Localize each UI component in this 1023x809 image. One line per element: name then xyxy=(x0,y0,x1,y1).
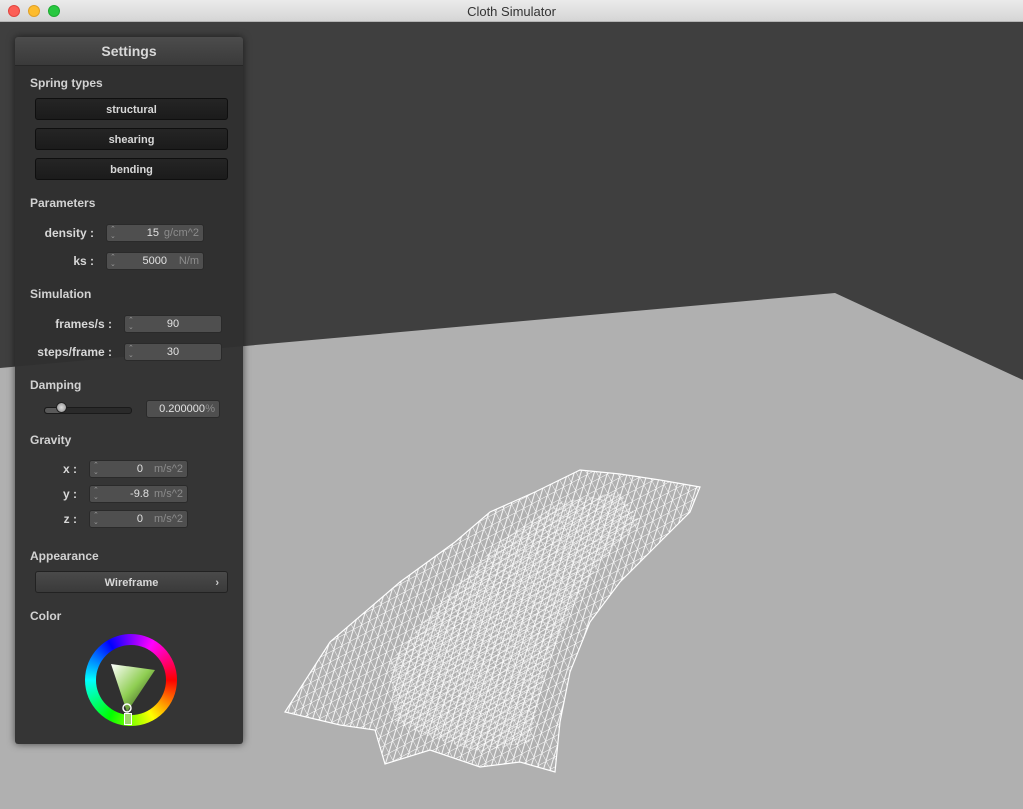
density-spinner-icon[interactable]: ⌃ ⌄ xyxy=(110,226,116,240)
structural-button[interactable]: structural xyxy=(35,98,228,120)
damping-heading: Damping xyxy=(30,378,82,392)
gravity-y-unit: m/s^2 xyxy=(154,488,183,500)
density-unit: g/cm^2 xyxy=(163,227,199,239)
fps-value: 90 xyxy=(166,318,180,330)
parameters-heading: Parameters xyxy=(30,196,96,210)
color-heading: Color xyxy=(30,609,62,623)
ks-spinner-icon[interactable]: ⌃ ⌄ xyxy=(110,254,116,268)
ks-label: ks : xyxy=(73,254,94,268)
damping-unit: % xyxy=(205,403,215,415)
ks-field[interactable]: ⌃ ⌄ 5000 N/m xyxy=(106,252,204,270)
gravity-x-label: x : xyxy=(62,462,77,476)
gravity-x-unit: m/s^2 xyxy=(154,463,183,475)
gravity-y-spinner-icon[interactable]: ⌃ ⌄ xyxy=(93,487,99,501)
appearance-dropdown[interactable]: Wireframe › xyxy=(35,571,228,593)
density-label: density : xyxy=(44,226,94,240)
ks-value: 5000 xyxy=(142,255,167,267)
simulation-heading: Simulation xyxy=(30,287,92,301)
steps-value: 30 xyxy=(166,346,180,358)
density-value: 15 xyxy=(146,227,159,239)
appearance-dropdown-value: Wireframe xyxy=(104,577,159,589)
fps-field[interactable]: ⌃ ⌄ 90 xyxy=(124,315,222,333)
gravity-z-field[interactable]: ⌃ ⌄ 0 m/s^2 xyxy=(89,510,188,528)
gravity-x-field[interactable]: ⌃ ⌄ 0 m/s^2 xyxy=(89,460,188,478)
color-wheel[interactable] xyxy=(85,634,177,726)
gravity-z-unit: m/s^2 xyxy=(154,513,183,525)
window-titlebar: Cloth Simulator xyxy=(0,0,1023,22)
steps-field[interactable]: ⌃ ⌄ 30 xyxy=(124,343,222,361)
damping-field[interactable]: 0.200000 % xyxy=(146,400,220,418)
window-title: Cloth Simulator xyxy=(467,4,556,19)
spring-types-heading: Spring types xyxy=(30,76,103,90)
damping-value: 0.200000 xyxy=(159,403,205,415)
gravity-z-value: 0 xyxy=(136,513,143,525)
settings-panel: Settings Spring types structural shearin… xyxy=(15,37,243,744)
gravity-heading: Gravity xyxy=(30,433,72,447)
gravity-x-spinner-icon[interactable]: ⌃ ⌄ xyxy=(93,462,99,476)
gravity-y-label: y : xyxy=(62,487,77,501)
bending-button[interactable]: bending xyxy=(35,158,228,180)
gravity-z-label: z : xyxy=(63,512,77,526)
gravity-z-spinner-icon[interactable]: ⌃ ⌄ xyxy=(93,512,99,526)
gravity-x-value: 0 xyxy=(136,463,143,475)
gravity-y-field[interactable]: ⌃ ⌄ -9.8 m/s^2 xyxy=(89,485,188,503)
gravity-y-value: -9.8 xyxy=(130,488,149,500)
fps-label: frames/s : xyxy=(55,317,112,331)
density-field[interactable]: ⌃ ⌄ 15 g/cm^2 xyxy=(106,224,204,242)
appearance-heading: Appearance xyxy=(30,549,99,563)
shearing-button[interactable]: shearing xyxy=(35,128,228,150)
hue-marker[interactable] xyxy=(124,713,132,725)
ks-unit: N/m xyxy=(178,255,199,267)
settings-panel-title[interactable]: Settings xyxy=(15,37,243,66)
steps-label: steps/frame : xyxy=(37,345,112,359)
chevron-right-icon: › xyxy=(215,577,219,589)
